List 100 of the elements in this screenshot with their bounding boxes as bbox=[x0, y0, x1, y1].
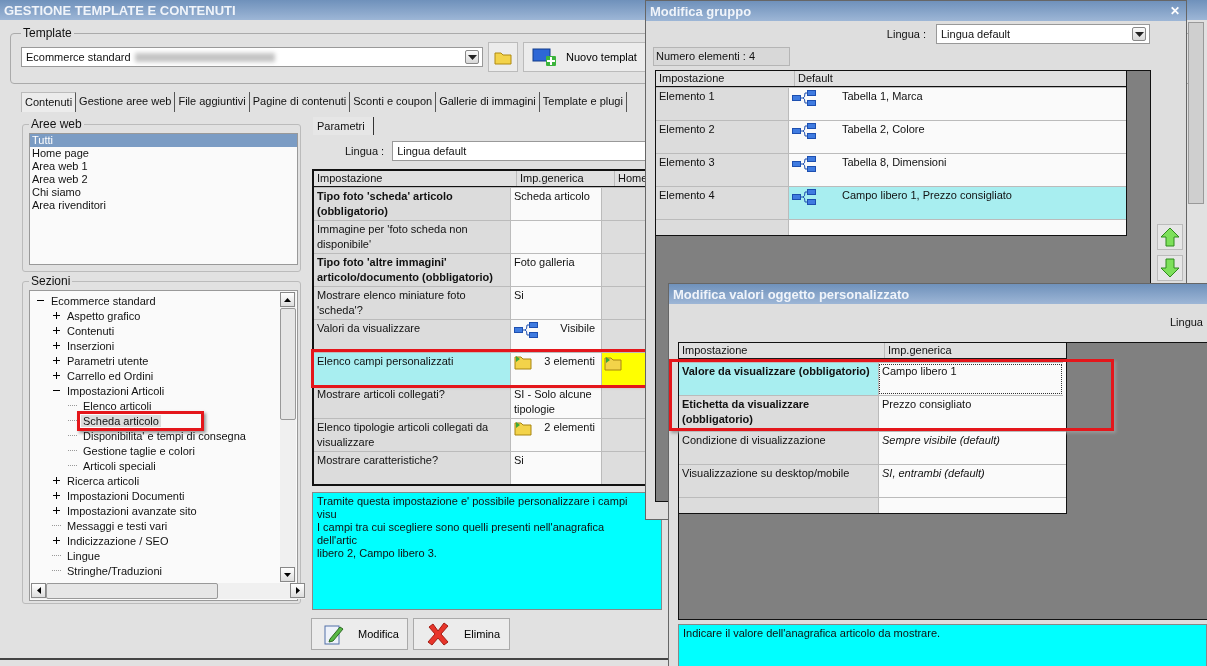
expander-icon[interactable] bbox=[52, 311, 61, 320]
tree-item[interactable]: Impostazioni avanzate sito bbox=[65, 504, 199, 517]
expander-icon[interactable] bbox=[52, 476, 61, 485]
tree-item[interactable]: Inserzioni bbox=[65, 339, 117, 352]
tree-item[interactable]: Parametri utente bbox=[65, 354, 151, 367]
list-item[interactable]: Area rivenditori bbox=[30, 199, 297, 212]
action-button[interactable]: Modifica bbox=[311, 618, 408, 650]
tree-item[interactable]: Carrello ed Ordini bbox=[65, 369, 156, 382]
group-label: Sezioni bbox=[30, 274, 72, 288]
dialog-title: Modifica valori oggetto personalizzato bbox=[673, 286, 910, 302]
field-label: Lingua : bbox=[345, 145, 385, 157]
setting-cell[interactable]: Visualizzazione su desktop/mobile bbox=[679, 465, 878, 497]
description-text: Tramite questa impostazione e' possibile personalizzare i campi visu bbox=[317, 495, 629, 521]
hierarchy-icon bbox=[792, 89, 816, 107]
tree-item[interactable]: Disponibilita' e tempi di consegna bbox=[81, 429, 248, 442]
expander-icon[interactable] bbox=[52, 506, 61, 515]
tab[interactable]: File aggiuntivi bbox=[175, 92, 250, 112]
window-title: GESTIONE TEMPLATE E CONTENUTI bbox=[4, 2, 236, 18]
tree-item[interactable]: Ricerca articoli bbox=[65, 474, 142, 487]
expander-icon[interactable] bbox=[52, 371, 61, 380]
tree-item[interactable]: Lingue bbox=[65, 549, 103, 562]
field-label: Lingua bbox=[1169, 316, 1203, 330]
tree-item[interactable]: Articoli speciali bbox=[81, 459, 158, 472]
hierarchy-icon[interactable] bbox=[514, 321, 538, 339]
tree-item[interactable]: Stringhe/Traduzioni bbox=[65, 564, 164, 577]
vertical-scrollbar[interactable] bbox=[280, 292, 296, 582]
folder-icon[interactable] bbox=[514, 420, 532, 436]
setting-cell[interactable]: Etichetta da visualizzare (obbligatorio) bbox=[679, 396, 878, 428]
expander-icon[interactable] bbox=[52, 491, 61, 500]
action-button[interactable]: Elimina bbox=[413, 618, 510, 650]
value-cell[interactable]: Campo libero 1, Prezzo consigliato bbox=[788, 187, 1126, 219]
tree-item[interactable]: Indicizzazione / SEO bbox=[65, 534, 171, 547]
setting-cell: Elemento 1 bbox=[656, 88, 788, 120]
tree-item[interactable]: Ecommerce standard bbox=[49, 294, 158, 307]
setting-cell: Elemento 3 bbox=[656, 154, 788, 186]
list-item[interactable]: Home page bbox=[30, 147, 297, 160]
caret-icon bbox=[1132, 27, 1146, 41]
setting-cell[interactable]: Valore da visualizzare (obbligatorio) bbox=[679, 363, 878, 395]
value-cell[interactable]: Campo libero 1 bbox=[878, 363, 1063, 395]
arrow-left-icon[interactable] bbox=[36, 587, 41, 594]
tree-item[interactable]: Impostazioni Documenti bbox=[65, 489, 187, 502]
expander-icon[interactable] bbox=[52, 326, 61, 335]
tab[interactable]: Sconti e coupon bbox=[350, 92, 437, 112]
horizontal-scrollbar[interactable] bbox=[31, 583, 305, 599]
setting-value: 2 elementi bbox=[544, 420, 596, 435]
hierarchy-icon bbox=[792, 122, 816, 140]
dialog-title: Modifica gruppo bbox=[650, 3, 752, 19]
arrow-right-icon[interactable] bbox=[295, 587, 300, 594]
expander-icon[interactable] bbox=[52, 536, 61, 545]
hierarchy-icon bbox=[792, 155, 816, 173]
monitor-plus-icon bbox=[532, 47, 558, 67]
tree-item[interactable]: Elenco articoli bbox=[81, 399, 154, 412]
tab[interactable]: Pagine di contenuti bbox=[249, 92, 351, 112]
setting-value: Foto galleria bbox=[514, 255, 575, 270]
setting-cell: Elemento 2 bbox=[656, 121, 788, 153]
hierarchy-icon bbox=[792, 188, 816, 206]
setting-cell[interactable]: Elenco campi personalizzati bbox=[314, 353, 510, 385]
setting-value: Si bbox=[514, 288, 524, 303]
vertical-scrollbar[interactable] bbox=[1188, 22, 1204, 204]
arrow-up-icon[interactable] bbox=[284, 297, 291, 302]
tree-item[interactable]: Gestione taglie e colori bbox=[81, 444, 197, 457]
arrow-up-icon bbox=[1160, 227, 1180, 247]
move-down-button[interactable] bbox=[1157, 255, 1183, 281]
tree-item[interactable]: Impostazioni Articoli bbox=[65, 384, 167, 397]
value-cell[interactable]: Prezzo consigliato bbox=[878, 396, 1063, 428]
list-item[interactable]: Chi siamo bbox=[30, 186, 297, 199]
tree-item[interactable]: Aspetto grafico bbox=[65, 309, 143, 322]
list-item[interactable]: Area web 1 bbox=[30, 160, 297, 173]
arrow-down-icon bbox=[1160, 258, 1180, 278]
tree-item[interactable]: Contenuti bbox=[65, 324, 117, 337]
caret-icon bbox=[465, 50, 479, 64]
arrow-down-icon[interactable] bbox=[284, 572, 291, 577]
setting-value: 3 elementi bbox=[544, 354, 596, 369]
folder-icon[interactable] bbox=[514, 354, 532, 370]
setting-cell[interactable]: Condizione di visualizzazione bbox=[679, 432, 878, 464]
tab[interactable]: Gestione aree web bbox=[76, 92, 176, 112]
group-label: Template bbox=[22, 26, 73, 40]
setting-value: Si bbox=[514, 453, 524, 468]
template-dropdown[interactable]: Ecommerce standard bbox=[21, 47, 483, 67]
expander-icon[interactable] bbox=[52, 356, 61, 365]
tab[interactable]: Gallerie di immagini bbox=[436, 92, 540, 112]
tree-item[interactable]: Scheda articolo bbox=[81, 414, 161, 427]
column-header: Default bbox=[794, 71, 1126, 86]
tab[interactable]: Template e plugi bbox=[539, 92, 627, 112]
list-item[interactable]: Area web 2 bbox=[30, 173, 297, 186]
setting-value: SI - Solo alcune tipologie bbox=[514, 387, 593, 417]
field-label: Lingua : bbox=[886, 28, 926, 40]
setting-cell: Elemento 4 bbox=[656, 187, 788, 219]
setting-value: Scheda articolo bbox=[514, 189, 590, 204]
move-up-button[interactable] bbox=[1157, 224, 1183, 250]
group-label: Aree web bbox=[30, 117, 83, 131]
tab[interactable]: Parametri bbox=[313, 117, 374, 135]
folder-icon bbox=[494, 49, 512, 65]
language-dropdown[interactable]: Lingua default bbox=[936, 24, 1150, 44]
tree-item[interactable]: Messaggi e testi vari bbox=[65, 519, 170, 532]
expander-icon[interactable] bbox=[52, 341, 61, 350]
tab[interactable]: Contenuti bbox=[21, 92, 77, 112]
folder-icon bbox=[604, 355, 622, 371]
description-text: libero 2, Campo libero 3. bbox=[317, 547, 438, 560]
column-header: Imp.generica bbox=[884, 343, 1066, 358]
